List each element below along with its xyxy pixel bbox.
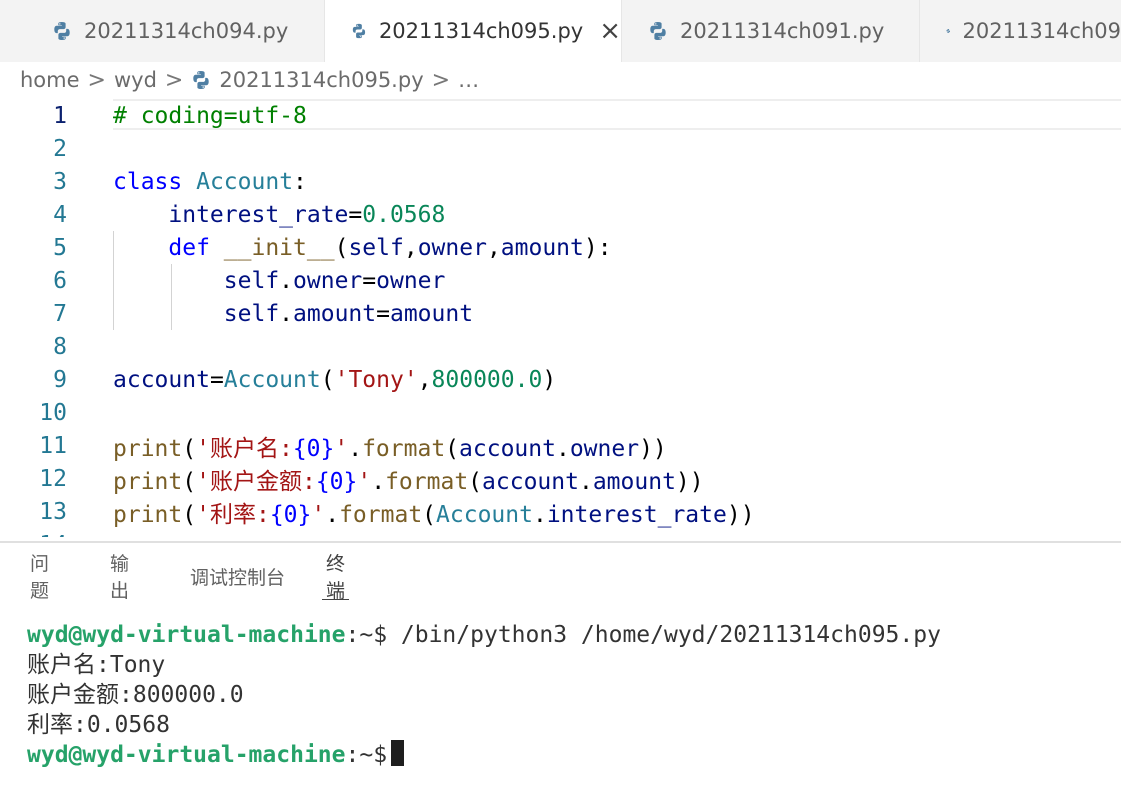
line-number: 9 bbox=[53, 366, 67, 393]
line-content: class Account: bbox=[113, 168, 307, 195]
line-number: 2 bbox=[53, 135, 67, 162]
terminal-cursor bbox=[391, 740, 405, 766]
breadcrumb-more[interactable]: … bbox=[458, 68, 479, 92]
comment: # coding=utf-8 bbox=[113, 102, 307, 129]
line-number: 7 bbox=[53, 300, 67, 327]
code-editor[interactable]: 1 # coding=utf-8 2 3 class Account: 4 in… bbox=[0, 99, 1121, 537]
python-file-icon bbox=[352, 23, 366, 39]
code-line: 11 print('账户名:{0}'.format(account.owner)… bbox=[0, 429, 1121, 462]
terminal-output-line: 账户金额:800000.0 bbox=[27, 682, 244, 708]
line-content: print('账户名:{0}'.format(account.owner)) bbox=[113, 435, 667, 462]
code-line: 9 account=Account('Tony',800000.0) bbox=[0, 363, 1121, 396]
terminal-user-host: wyd@wyd-virtual-machine bbox=[27, 742, 346, 768]
line-content: self.amount=amount bbox=[223, 300, 474, 327]
tab-20211314ch091[interactable]: 20211314ch091.py bbox=[622, 0, 920, 62]
chevron-right-icon: > bbox=[164, 67, 184, 93]
code-line: 13 print('利率:{0}'.format(Account.interes… bbox=[0, 495, 1121, 528]
line-number: 3 bbox=[53, 168, 67, 195]
line-number: 14 bbox=[0, 532, 67, 538]
line-content: self.owner=owner bbox=[223, 267, 446, 294]
breadcrumb-home[interactable]: home bbox=[20, 68, 80, 92]
line-content: account=Account('Tony',800000.0) bbox=[113, 366, 557, 393]
code-line: 5 def __init__(self,owner,amount): bbox=[0, 231, 1121, 264]
code-line: 4 interest_rate=0.0568 bbox=[0, 198, 1121, 231]
tab-output[interactable]: 输出 bbox=[110, 553, 129, 602]
line-number: 13 bbox=[39, 498, 67, 525]
python-file-icon bbox=[193, 71, 210, 89]
line-number: 5 bbox=[53, 234, 67, 261]
tab-20211314ch094[interactable]: 20211314ch094.py bbox=[0, 0, 325, 62]
terminal-user-host: wyd@wyd-virtual-machine bbox=[27, 622, 346, 648]
code-line: 8 bbox=[0, 330, 1121, 363]
breadcrumb: home > wyd > 20211314ch095.py > … bbox=[20, 64, 479, 96]
terminal-prompt: :~$ bbox=[345, 742, 388, 768]
terminal-output-line: 账户名:Tony bbox=[27, 652, 166, 678]
code-line: 6 self.owner=owner bbox=[0, 264, 1121, 297]
python-file-icon bbox=[650, 22, 666, 40]
terminal[interactable]: wyd@wyd-virtual-machine:~$ /bin/python3 … bbox=[27, 620, 941, 770]
line-content: # coding=utf-8 bbox=[113, 103, 307, 129]
python-file-icon bbox=[54, 22, 70, 40]
breadcrumb-wyd[interactable]: wyd bbox=[114, 68, 157, 92]
line-content: print('账户金额:{0}'.format(account.amount)) bbox=[113, 468, 704, 495]
line-content: print('利率:{0}'.format(Account.interest_r… bbox=[113, 501, 755, 528]
chevron-right-icon: > bbox=[87, 67, 106, 93]
terminal-prompt-line: wyd@wyd-virtual-machine:~$ bbox=[27, 740, 941, 770]
code-line: 2 bbox=[0, 132, 1121, 165]
code-line: 3 class Account: bbox=[0, 165, 1121, 198]
line-number: 4 bbox=[53, 201, 67, 228]
chevron-right-icon: > bbox=[431, 67, 451, 93]
line-content: def __init__(self,owner,amount): bbox=[168, 234, 612, 261]
tab-debug-console[interactable]: 调试控制台 bbox=[190, 556, 285, 596]
tab-20211314ch095[interactable]: 20211314ch095.py × bbox=[325, 0, 622, 62]
line-number: 11 bbox=[39, 432, 67, 459]
line-number: 8 bbox=[53, 333, 67, 360]
editor-tab-bar: 20211314ch094.py 20211314ch095.py × 2021… bbox=[0, 0, 1121, 62]
line-content: interest_rate=0.0568 bbox=[168, 201, 446, 228]
tab-label: 20211314ch095.py bbox=[378, 19, 584, 43]
panel-divider[interactable] bbox=[0, 541, 1121, 543]
tab-terminal[interactable]: 终端 bbox=[321, 553, 350, 602]
line-number: 6 bbox=[53, 267, 67, 294]
tab-label: 20211314ch094.py bbox=[84, 19, 289, 43]
tab-problems[interactable]: 问题 bbox=[30, 553, 49, 602]
breadcrumb-file[interactable]: 20211314ch095.py bbox=[219, 68, 423, 92]
code-line: 7 self.amount=amount bbox=[0, 297, 1121, 330]
line-number: 1 bbox=[53, 102, 67, 129]
code-line: 1 # coding=utf-8 bbox=[0, 99, 1121, 132]
terminal-command-line: wyd@wyd-virtual-machine:~$ /bin/python3 … bbox=[27, 620, 941, 650]
tab-20211314ch09[interactable]: 20211314ch09 bbox=[920, 0, 1121, 62]
code-line: 12 print('账户金额:{0}'.format(account.amoun… bbox=[0, 462, 1121, 495]
code-line: 10 bbox=[0, 396, 1121, 429]
code-line: 14 bbox=[0, 528, 1121, 538]
python-file-icon bbox=[946, 28, 951, 34]
line-number: 10 bbox=[39, 399, 67, 426]
close-icon[interactable]: × bbox=[599, 18, 621, 44]
tab-label: 20211314ch09 bbox=[962, 19, 1121, 43]
terminal-prompt: :~$ bbox=[345, 622, 388, 648]
terminal-command: /bin/python3 /home/wyd/20211314ch095.py bbox=[387, 622, 941, 648]
terminal-output-line: 利率:0.0568 bbox=[27, 712, 170, 738]
line-number: 12 bbox=[39, 465, 67, 492]
tab-label: 20211314ch091.py bbox=[680, 19, 885, 43]
